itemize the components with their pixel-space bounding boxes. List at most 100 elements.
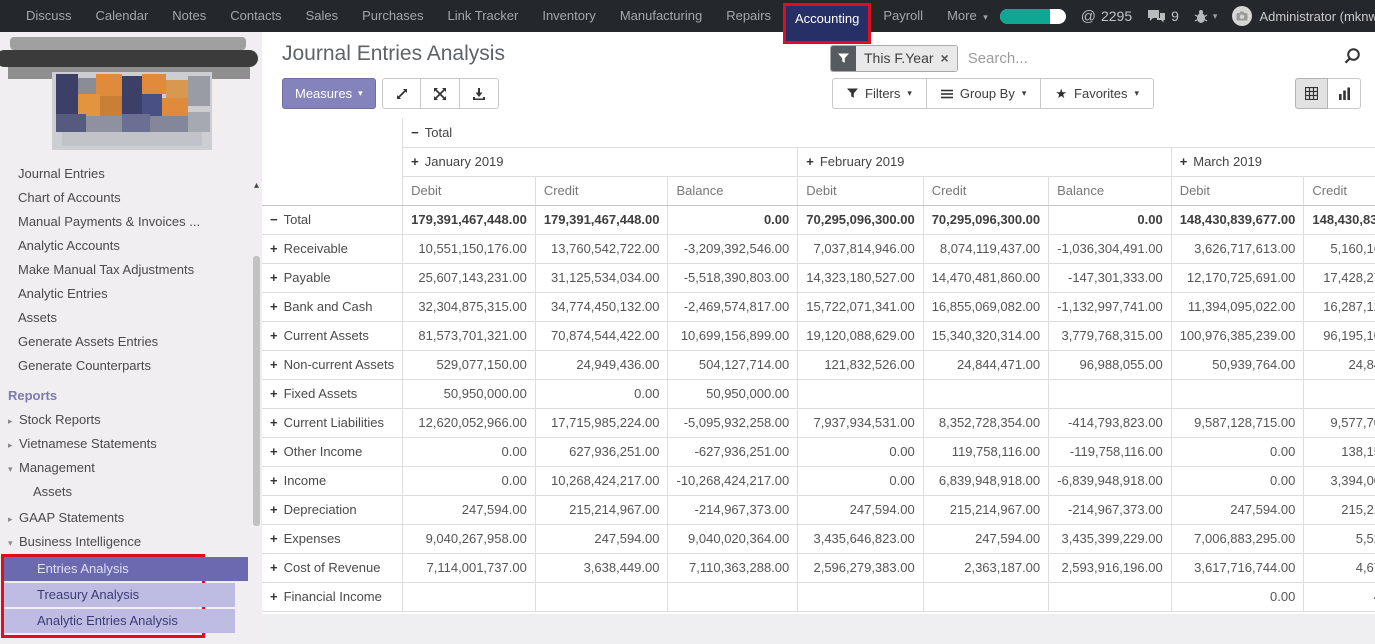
sidebar-item-stock-reports[interactable]: ▸Stock Reports [0, 408, 262, 432]
download-button[interactable] [460, 78, 499, 109]
pivot-row-bank-and-cash[interactable]: +Bank and Cash [262, 292, 403, 321]
pivot-measure-debit[interactable]: Debit [1171, 176, 1304, 205]
pivot-measure-debit[interactable]: Debit [798, 176, 923, 205]
pivot-header-march-2019[interactable]: + March 2019 [1171, 147, 1375, 176]
pivot-row-current-assets[interactable]: +Current Assets [262, 321, 403, 350]
nav-item-manufacturing[interactable]: Manufacturing [608, 0, 714, 32]
pivot-row-payable[interactable]: +Payable [262, 263, 403, 292]
expand-icon[interactable]: + [270, 270, 278, 285]
pivot-measure-credit[interactable]: Credit [1304, 176, 1375, 205]
group-by-button[interactable]: Group By ▾ [927, 78, 1041, 109]
sidebar-item-treasury-analysis[interactable]: Treasury Analysis [4, 583, 235, 607]
nav-item-more[interactable]: More ▾ [935, 0, 1000, 32]
expand-all-button[interactable] [382, 78, 421, 109]
favorites-button[interactable]: ★ Favorites ▾ [1041, 78, 1154, 109]
pivot-header-total[interactable]: −Total [403, 118, 1375, 147]
pivot-row-total[interactable]: −Total [262, 205, 403, 234]
nav-item-notes[interactable]: Notes [160, 0, 218, 32]
sidebar-item-assets[interactable]: Assets [0, 480, 262, 504]
sidebar-item-generate-assets-entries[interactable]: Generate Assets Entries [0, 330, 262, 354]
sidebar-item-vietnamese-statements[interactable]: ▸Vietnamese Statements [0, 432, 262, 456]
sidebar-item-assets[interactable]: Assets [0, 306, 262, 330]
flip-axes-button[interactable] [421, 78, 460, 109]
pivot-row-cost-of-revenue[interactable]: +Cost of Revenue [262, 553, 403, 582]
search-input[interactable] [966, 49, 1343, 68]
debug-menu[interactable]: ▾ [1194, 9, 1218, 24]
sidebar-item-entries-analysis[interactable]: Entries Analysis [4, 557, 248, 581]
expand-icon[interactable]: + [270, 357, 278, 372]
nav-item-accounting[interactable]: Accounting [783, 3, 871, 44]
sidebar-item-analytic-accounts[interactable]: Analytic Accounts [0, 234, 262, 258]
expand-icon[interactable]: + [270, 241, 278, 256]
nav-item-sales[interactable]: Sales [294, 0, 351, 32]
pivot-row-other-income[interactable]: +Other Income [262, 437, 403, 466]
pivot-row-fixed-assets[interactable]: +Fixed Assets [262, 379, 403, 408]
nav-item-discuss[interactable]: Discuss [14, 0, 84, 32]
collapse-icon[interactable]: − [411, 125, 419, 140]
sidebar-item-label: Generate Assets Entries [18, 334, 158, 349]
expand-icon[interactable]: + [270, 502, 278, 517]
measures-button[interactable]: Measures ▾ [282, 78, 376, 109]
sidebar-item-analytic-entries[interactable]: Analytic Entries [0, 282, 262, 306]
expand-icon[interactable]: + [411, 154, 419, 169]
pivot-view-button[interactable] [1295, 78, 1328, 109]
pivot-row-income[interactable]: +Income [262, 466, 403, 495]
expand-icon[interactable]: + [270, 473, 278, 488]
pivot-measure-balance[interactable]: Balance [668, 176, 798, 205]
table-row: +Receivable10,551,150,176.0013,760,542,7… [262, 234, 1375, 263]
sidebar-item-journal-entries[interactable]: Journal Entries [0, 162, 262, 186]
sidebar-item-make-manual-tax-adjustments[interactable]: Make Manual Tax Adjustments [0, 258, 262, 282]
nav-item-contacts[interactable]: Contacts [218, 0, 293, 32]
expand-icon[interactable]: + [806, 154, 814, 169]
pivot-row-current-liabilities[interactable]: +Current Liabilities [262, 408, 403, 437]
pivot-header-february-2019[interactable]: +February 2019 [798, 147, 1171, 176]
pivot-measure-balance[interactable]: Balance [1049, 176, 1172, 205]
pivot-measure-credit[interactable]: Credit [535, 176, 668, 205]
mentions-counter[interactable]: @ 2295 [1081, 8, 1132, 25]
close-icon[interactable]: × [941, 51, 949, 65]
expand-icon[interactable]: + [270, 444, 278, 459]
progress-bar[interactable] [1000, 9, 1066, 24]
pivot-row-receivable[interactable]: +Receivable [262, 234, 403, 263]
collapse-icon[interactable]: − [270, 212, 278, 227]
nav-item-inventory[interactable]: Inventory [530, 0, 607, 32]
pivot-row-depreciation[interactable]: +Depreciation [262, 495, 403, 524]
expand-icon[interactable]: + [270, 531, 278, 546]
expand-icon[interactable]: + [270, 328, 278, 343]
search-facet[interactable]: This F.Year × [830, 45, 958, 72]
table-row: +Other Income0.00627,936,251.00-627,936,… [262, 437, 1375, 466]
expand-icon[interactable]: + [270, 589, 278, 604]
expand-icon[interactable]: + [1180, 154, 1188, 169]
graph-view-button[interactable] [1328, 78, 1361, 109]
pivot-row-financial-income[interactable]: +Financial Income [262, 582, 403, 611]
nav-item-repairs[interactable]: Repairs [714, 0, 783, 32]
sidebar-item-gaap-statements[interactable]: ▸GAAP Statements [0, 506, 262, 530]
search-icon[interactable] [1343, 47, 1361, 70]
filters-button[interactable]: Filters ▾ [832, 78, 927, 109]
nav-item-purchases[interactable]: Purchases [350, 0, 435, 32]
pivot-cell: -1,036,304,491.00 [1049, 234, 1172, 263]
pivot-row-expenses[interactable]: +Expenses [262, 524, 403, 553]
pivot-measure-debit[interactable]: Debit [403, 176, 536, 205]
nav-item-calendar[interactable]: Calendar [84, 0, 161, 32]
sidebar-item-analytic-entries-analysis[interactable]: Analytic Entries Analysis [4, 609, 235, 633]
sidebar-item-generate-counterparts[interactable]: Generate Counterparts [0, 354, 262, 378]
messages-counter[interactable]: 9 [1147, 8, 1179, 24]
sidebar-item-business-intelligence[interactable]: ▾Business Intelligence [0, 530, 262, 554]
expand-icon[interactable]: + [270, 415, 278, 430]
pivot-header-january-2019[interactable]: +January 2019 [403, 147, 798, 176]
sidebar-item-manual-payments-invoices[interactable]: Manual Payments & Invoices ... [0, 210, 262, 234]
nav-item-link-tracker[interactable]: Link Tracker [436, 0, 531, 32]
sidebar-item-management[interactable]: ▾Management [0, 456, 262, 480]
sidebar-scrollbar[interactable] [253, 256, 260, 526]
expand-icon[interactable]: + [270, 560, 278, 575]
table-row: +Payable25,607,143,231.0031,125,534,034.… [262, 263, 1375, 292]
expand-icon[interactable]: + [270, 386, 278, 401]
expand-icon[interactable]: + [270, 299, 278, 314]
column-label: March 2019 [1193, 154, 1262, 169]
pivot-row-non-current-assets[interactable]: +Non-current Assets [262, 350, 403, 379]
user-menu[interactable]: Administrator (mknwyp... ▾ [1232, 6, 1375, 26]
nav-item-payroll[interactable]: Payroll [871, 0, 935, 32]
sidebar-item-chart-of-accounts[interactable]: Chart of Accounts [0, 186, 262, 210]
pivot-measure-credit[interactable]: Credit [923, 176, 1048, 205]
